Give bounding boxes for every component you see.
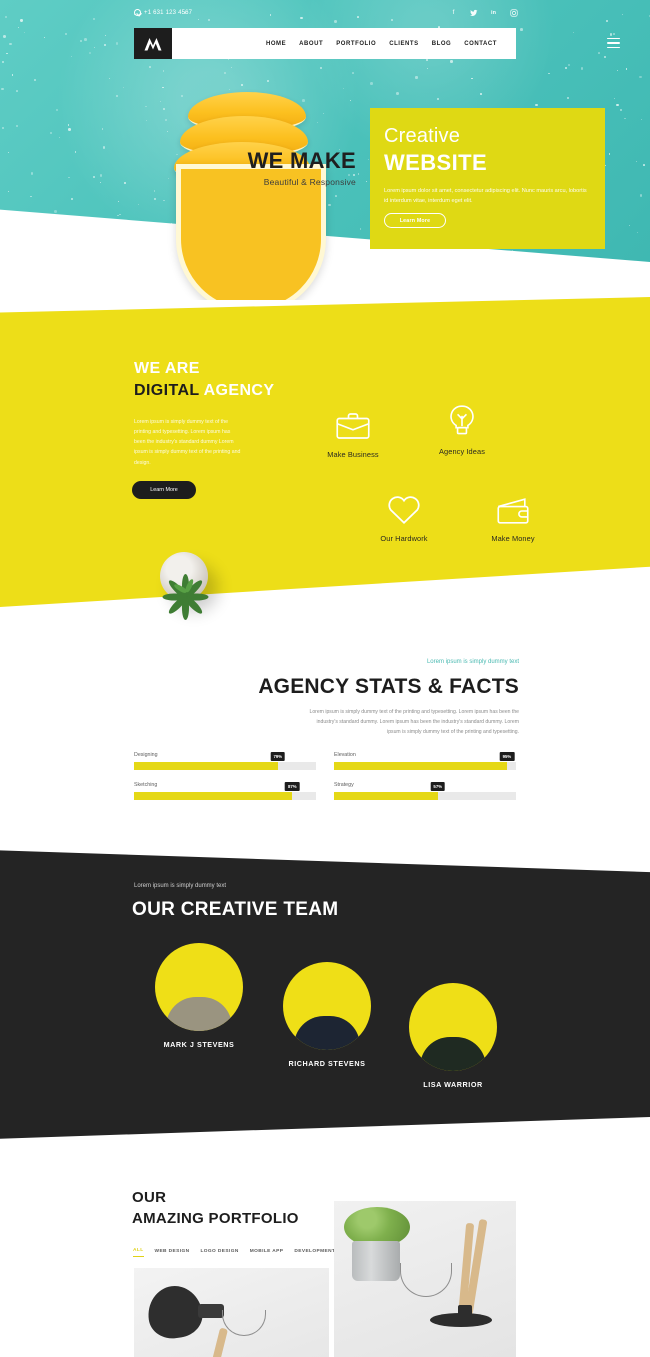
- agency-title-light: AGENCY: [203, 382, 275, 399]
- portfolio-filter-all[interactable]: ALL: [133, 1248, 144, 1257]
- phone-number-text: +1 631 123 4567: [144, 9, 193, 16]
- skill-bar-fill: [134, 792, 293, 800]
- nav-item-home[interactable]: HOME: [266, 41, 286, 47]
- skill-bar: Designing 79%: [134, 752, 316, 770]
- skill-bar: Strategy 57%: [334, 782, 516, 800]
- feature-label: Our Hardwork: [380, 534, 428, 543]
- skill-bar-fill: [334, 762, 507, 770]
- skill-bar-label: Strategy: [334, 782, 354, 788]
- instagram-icon[interactable]: [509, 8, 518, 17]
- nav-item-about[interactable]: ABOUT: [299, 41, 323, 47]
- agency-paragraph: Lorem ipsum is simply dummy text of the …: [134, 419, 241, 466]
- team-member-name: RICHARD STEVENS: [288, 1059, 366, 1068]
- skill-bar-fill: [134, 762, 278, 770]
- portfolio-item-plant-lamp[interactable]: [334, 1201, 516, 1357]
- skill-bar: Elevation 95%: [334, 752, 516, 770]
- heart-icon: [359, 487, 449, 525]
- skill-bars-group: Designing 79% Elevation 95% Sketching 87% Stra…: [134, 752, 516, 800]
- team-title: OUR CREATIVE TEAM: [132, 899, 339, 920]
- feature-label: Make Money: [491, 534, 535, 543]
- skill-bar-track: 87%: [134, 782, 316, 800]
- social-links: f in: [449, 8, 518, 17]
- hamburger-menu-icon[interactable]: [607, 38, 620, 51]
- phone-number[interactable]: +1 631 123 4567: [134, 9, 192, 16]
- linkedin-icon[interactable]: in: [489, 8, 498, 17]
- agency-title-line1: WE ARE: [134, 360, 200, 377]
- team-member-card[interactable]: RICHARD STEVENS: [283, 962, 371, 1068]
- skill-bar-value: 57%: [430, 782, 446, 791]
- team-member-name: MARK J STEVENS: [163, 1040, 235, 1049]
- facebook-icon[interactable]: f: [449, 8, 458, 17]
- portfolio-filter-web-design[interactable]: WEB DESIGN: [155, 1249, 190, 1257]
- agency-title-line2: DIGITAL AGENCY: [134, 382, 274, 400]
- skill-bar: Sketching 87%: [134, 782, 316, 800]
- feature-label: Agency Ideas: [439, 447, 485, 456]
- avatar: [155, 943, 243, 1031]
- twitter-icon[interactable]: [469, 8, 478, 17]
- team-member-card[interactable]: MARK J STEVENS: [155, 943, 243, 1049]
- skill-bar-fill: [334, 792, 438, 800]
- stats-paragraph: Lorem ipsum is simply dummy text of the …: [309, 709, 519, 735]
- portfolio-filter-logo-design[interactable]: LOGO DESIGN: [200, 1249, 238, 1257]
- lightbulb-idea-icon: [417, 400, 507, 438]
- feature-label: Make Business: [327, 450, 379, 459]
- potted-plant-photo: [146, 536, 222, 620]
- top-utility-bar: +1 631 123 4567 f in: [0, 0, 650, 28]
- hero-card-title-bold: WEBSITE: [384, 150, 488, 175]
- feature-agency-ideas[interactable]: Agency Ideas: [417, 400, 507, 456]
- hero-subline: Beautiful & Responsive: [263, 177, 356, 187]
- hero-promo-card: Creative WEBSITE Lorem ipsum dolor sit a…: [370, 108, 605, 249]
- skill-bar-value: 95%: [499, 752, 515, 761]
- hero-learn-more-button[interactable]: Learn More: [384, 213, 446, 228]
- team-eyebrow: Lorem ipsum is simply dummy text: [134, 883, 227, 889]
- portfolio-item-lamp[interactable]: [134, 1268, 329, 1357]
- stats-eyebrow: Lorem ipsum is simply dummy text: [426, 659, 519, 665]
- feature-make-money[interactable]: Make Money: [468, 487, 558, 543]
- main-navigation-bar: HOME ABOUT PORTFOLIO CLIENTS BLOG CONTAC…: [134, 28, 516, 59]
- hero-card-title-light: Creative: [384, 125, 461, 147]
- wallet-icon: [468, 487, 558, 525]
- skill-bar-track: 95%: [334, 752, 516, 770]
- nav-item-blog[interactable]: BLOG: [432, 41, 452, 47]
- skill-bar-value: 79%: [270, 752, 286, 761]
- site-logo[interactable]: [134, 28, 172, 59]
- agency-title-dark: DIGITAL: [134, 382, 200, 399]
- hero-headline-block: WE MAKE Beautiful & Responsive: [247, 148, 356, 188]
- skill-bar-track: 57%: [334, 782, 516, 800]
- logo-m-icon: [144, 37, 162, 50]
- nav-links: HOME ABOUT PORTFOLIO CLIENTS BLOG CONTAC…: [172, 28, 516, 59]
- feature-our-hardwork[interactable]: Our Hardwork: [359, 487, 449, 543]
- portfolio-filter-development[interactable]: DEVELOPMENT: [294, 1249, 335, 1257]
- nav-item-clients[interactable]: CLIENTS: [389, 41, 419, 47]
- portfolio-filter-mobile-app[interactable]: MOBILE APP: [250, 1249, 284, 1257]
- nav-item-portfolio[interactable]: PORTFOLIO: [336, 41, 376, 47]
- skill-bar-label: Elevation: [334, 752, 356, 758]
- portfolio-title-line1: OUR: [132, 1189, 167, 1206]
- skill-bar-track: 79%: [134, 752, 316, 770]
- skill-bar-value: 87%: [285, 782, 300, 791]
- avatar: [283, 962, 371, 1050]
- nav-item-contact[interactable]: CONTACT: [464, 41, 497, 47]
- feature-make-business[interactable]: Make Business: [308, 403, 398, 459]
- team-member-name: LISA WARRIOR: [423, 1080, 483, 1089]
- agency-learn-more-button[interactable]: Learn More: [132, 481, 196, 499]
- team-member-card[interactable]: LISA WARRIOR: [409, 983, 497, 1089]
- avatar: [409, 983, 497, 1071]
- hero-overline: WE MAKE: [247, 148, 356, 173]
- stats-title: AGENCY STATS & FACTS: [258, 675, 519, 698]
- hero-card-paragraph: Lorem ipsum dolor sit amet, consectetur …: [384, 188, 587, 205]
- portfolio-title-line2: AMAZING PORTFOLIO: [132, 1210, 299, 1227]
- skill-bar-label: Designing: [134, 752, 158, 758]
- portfolio-filter-tabs: ALL WEB DESIGN LOGO DESIGN MOBILE APP DEVELO…: [133, 1248, 335, 1257]
- phone-circle-icon: [134, 9, 141, 16]
- briefcase-icon: [308, 403, 398, 441]
